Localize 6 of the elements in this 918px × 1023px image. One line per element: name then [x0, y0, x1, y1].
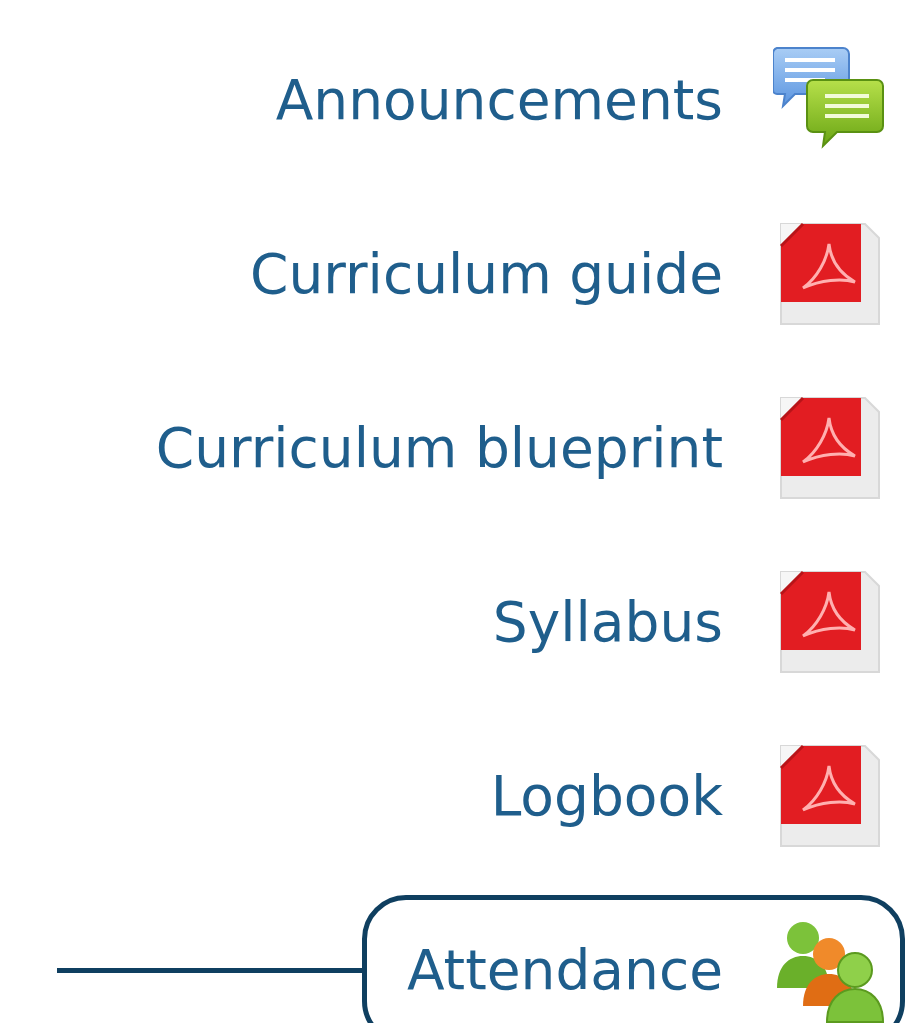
- activity-link[interactable]: Curriculum guide: [250, 242, 723, 306]
- activity-link[interactable]: Attendance: [406, 938, 723, 1002]
- activity-link[interactable]: Curriculum blueprint: [155, 416, 723, 480]
- activity-link[interactable]: Syllabus: [492, 590, 723, 654]
- activity-link[interactable]: Announcements: [275, 68, 723, 132]
- activity-link[interactable]: Logbook: [490, 764, 723, 828]
